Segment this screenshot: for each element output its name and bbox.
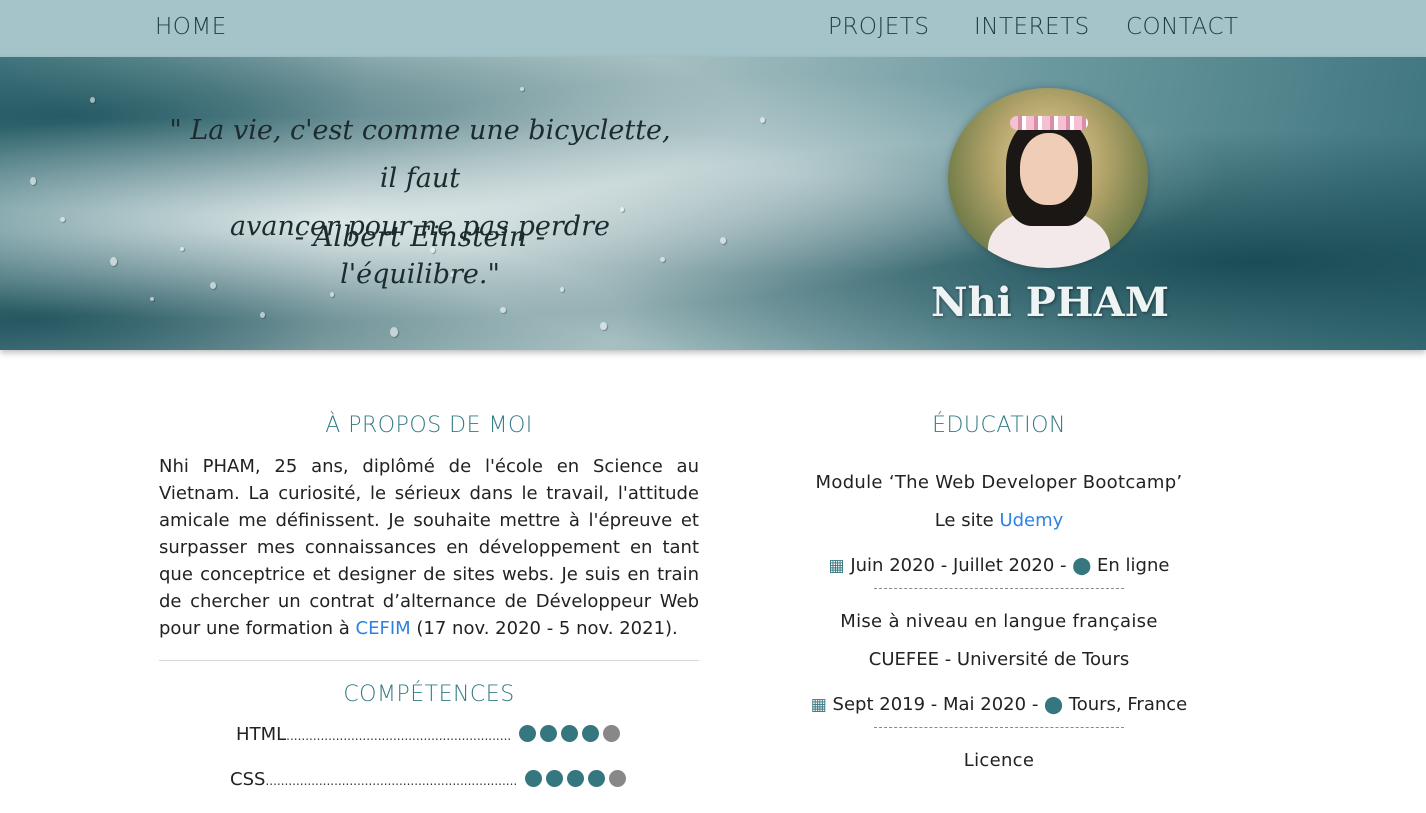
- avatar: [948, 88, 1148, 268]
- avatar-flower-crown: [1010, 116, 1088, 130]
- education-separator: [874, 588, 1124, 589]
- skill-dot-filled: [545, 770, 563, 787]
- about-title: À PROPOS DE MOI: [325, 413, 533, 438]
- about-text-dates: (17 nov. 2020 - 5 nov. 2021).: [410, 618, 678, 639]
- about-text: Nhi PHAM, 25 ans, diplômé de l'école en …: [159, 453, 699, 642]
- education-entry-title: Mise à niveau en langue française: [840, 611, 1158, 632]
- skill-leader: ........................................…: [286, 729, 512, 743]
- skills-title: COMPÉTENCES: [343, 682, 515, 707]
- avatar-face: [1020, 133, 1078, 205]
- education-entry-school: Le site Udemy: [729, 498, 1269, 543]
- education-entry: Module ‘The Web Developer Bootcamp’ Le s…: [729, 468, 1269, 588]
- hero-name: Nhi PHAM: [931, 279, 1169, 326]
- skill-dot-filled: [539, 725, 557, 742]
- education-list: Module ‘The Web Developer Bootcamp’ Le s…: [729, 468, 1269, 776]
- education-entry: Mise à niveau en langue française CUEFEE…: [729, 607, 1269, 727]
- skill-level: [517, 724, 622, 745]
- skill-name: CSS: [230, 769, 266, 790]
- map-marker-icon: ⬤: [1072, 556, 1092, 576]
- hero-quote: " La vie, c'est comme une bicyclette, il…: [160, 107, 680, 299]
- education-title: ÉDUCATION: [932, 413, 1066, 438]
- calendar-icon: ▦: [828, 556, 845, 576]
- dates-text: Juin 2020 - Juillet 2020 -: [850, 555, 1073, 576]
- quote-author: - Albert Einstein -: [294, 220, 546, 253]
- education-entry-title: Licence: [963, 750, 1035, 771]
- skill-dot-empty: [602, 725, 620, 742]
- skill-dot-filled: [566, 770, 584, 787]
- map-marker-icon: ⬤: [1044, 695, 1064, 715]
- skill-dot-empty: [608, 770, 626, 787]
- divider: [159, 660, 699, 661]
- education-entry-title: Module ‘The Web Developer Bootcamp’: [815, 472, 1183, 493]
- location-text: Tours, France: [1068, 694, 1188, 715]
- education-entry-dates: ▦ Sept 2019 - Mai 2020 - ⬤ Tours, France: [729, 682, 1269, 727]
- nav-home-link[interactable]: HOME: [155, 14, 227, 40]
- skill-dot-filled: [581, 725, 599, 742]
- skill-dot-filled: [560, 725, 578, 742]
- quote-line-1: " La vie, c'est comme une bicyclette, il…: [169, 115, 671, 194]
- education-entry-dates: ▦ Juin 2020 - Juillet 2020 - ⬤ En ligne: [729, 543, 1269, 588]
- skill-row-css: CSS.....................................…: [159, 769, 699, 790]
- skill-level: [523, 769, 628, 790]
- skill-dot-filled: [524, 770, 542, 787]
- school-prefix: Le site: [934, 510, 1000, 531]
- skill-name: HTML: [236, 724, 287, 745]
- hero-banner: " La vie, c'est comme une bicyclette, il…: [0, 57, 1426, 350]
- top-nav: HOME PROJETS INTERETS CONTACT: [0, 0, 1426, 57]
- udemy-link[interactable]: Udemy: [999, 510, 1063, 531]
- cefim-link[interactable]: CEFIM: [356, 618, 411, 639]
- dates-text: Sept 2019 - Mai 2020 -: [832, 694, 1045, 715]
- nav-contact-link[interactable]: CONTACT: [1126, 14, 1239, 40]
- education-entry: Licence: [729, 746, 1269, 776]
- calendar-icon: ▦: [810, 695, 827, 715]
- education-separator: [874, 727, 1124, 728]
- about-text-body: Nhi PHAM, 25 ans, diplômé de l'école en …: [159, 456, 699, 639]
- skill-leader: ........................................…: [265, 774, 518, 788]
- skill-dot-filled: [587, 770, 605, 787]
- location-text: En ligne: [1097, 555, 1170, 576]
- nav-projets-link[interactable]: PROJETS: [828, 14, 929, 40]
- skill-dot-filled: [518, 725, 536, 742]
- education-entry-school: CUEFEE - Université de Tours: [868, 649, 1130, 670]
- nav-interets-link[interactable]: INTERETS: [974, 14, 1090, 40]
- skill-row-html: HTML....................................…: [159, 724, 699, 745]
